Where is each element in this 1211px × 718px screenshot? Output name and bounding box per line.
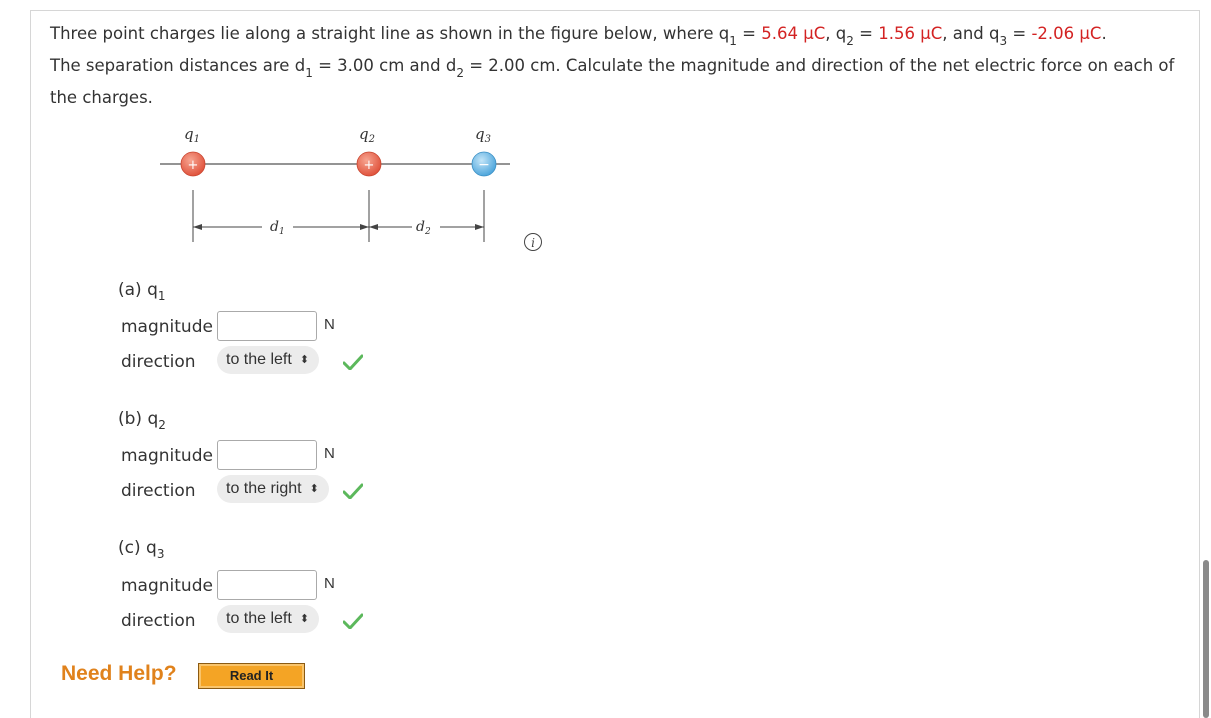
part-c-direction-label: direction: [121, 611, 196, 631]
part-c-unit: N: [324, 575, 335, 592]
q3-value: -2.06 µC: [1031, 24, 1102, 43]
svg-text:d1: d1: [270, 219, 285, 237]
part-c-magnitude-input[interactable]: [217, 570, 317, 600]
q3-figure-label: q3: [475, 125, 491, 145]
updown-chevron-icon: ⬍: [309, 483, 319, 495]
charge-figure: q1 q2 q3 + + − d1 d2: [160, 125, 510, 242]
q1-value: 5.64 µC: [761, 24, 826, 43]
part-a-label: (a) q1: [118, 280, 166, 304]
part-a-direction-label: direction: [121, 352, 196, 372]
part-b-unit: N: [324, 445, 335, 462]
need-help-heading: Need Help?: [61, 662, 177, 685]
part-a-direction-select[interactable]: to the left ⬍: [217, 346, 320, 374]
scrollbar-thumb[interactable]: [1203, 560, 1209, 718]
part-a-magnitude-label: magnitude: [121, 317, 213, 337]
part-a-magnitude-input[interactable]: [217, 311, 317, 341]
q3-charge: −: [471, 151, 497, 177]
panel-top-border: [30, 10, 1200, 11]
part-c-magnitude-label: magnitude: [121, 576, 213, 596]
q1-charge: +: [180, 151, 206, 177]
panel-right-border: [1199, 10, 1200, 718]
q1-figure-label: q1: [184, 125, 200, 145]
part-b-direction-select[interactable]: to the right ⬍: [217, 475, 329, 503]
part-c-direction-select[interactable]: to the left ⬍: [217, 605, 320, 633]
q2-value: 1.56 µC: [878, 24, 943, 43]
svg-text:d2: d2: [416, 219, 431, 237]
panel-left-border: [30, 10, 31, 718]
part-c-label: (c) q3: [118, 538, 165, 562]
info-icon[interactable]: i: [524, 233, 542, 251]
checkmark-icon: [343, 483, 363, 499]
part-b-label: (b) q2: [118, 409, 166, 433]
q2-charge: +: [356, 151, 382, 177]
svg-text:+: +: [364, 158, 375, 173]
q2-figure-label: q2: [359, 125, 375, 145]
checkmark-icon: [343, 613, 363, 629]
part-b-magnitude-label: magnitude: [121, 446, 213, 466]
checkmark-icon: [343, 354, 363, 370]
d1-dimension: d1: [193, 219, 369, 237]
part-b-direction-label: direction: [121, 481, 196, 501]
read-it-button[interactable]: Read It: [198, 663, 305, 689]
updown-chevron-icon: ⬍: [299, 613, 310, 625]
part-b-magnitude-input[interactable]: [217, 440, 317, 470]
part-a-unit: N: [324, 316, 335, 333]
question-text: Three point charges lie along a straight…: [50, 24, 1175, 107]
svg-text:+: +: [188, 158, 199, 173]
d2-dimension: d2: [369, 219, 484, 237]
updown-chevron-icon: ⬍: [299, 354, 310, 366]
svg-text:−: −: [478, 157, 490, 173]
